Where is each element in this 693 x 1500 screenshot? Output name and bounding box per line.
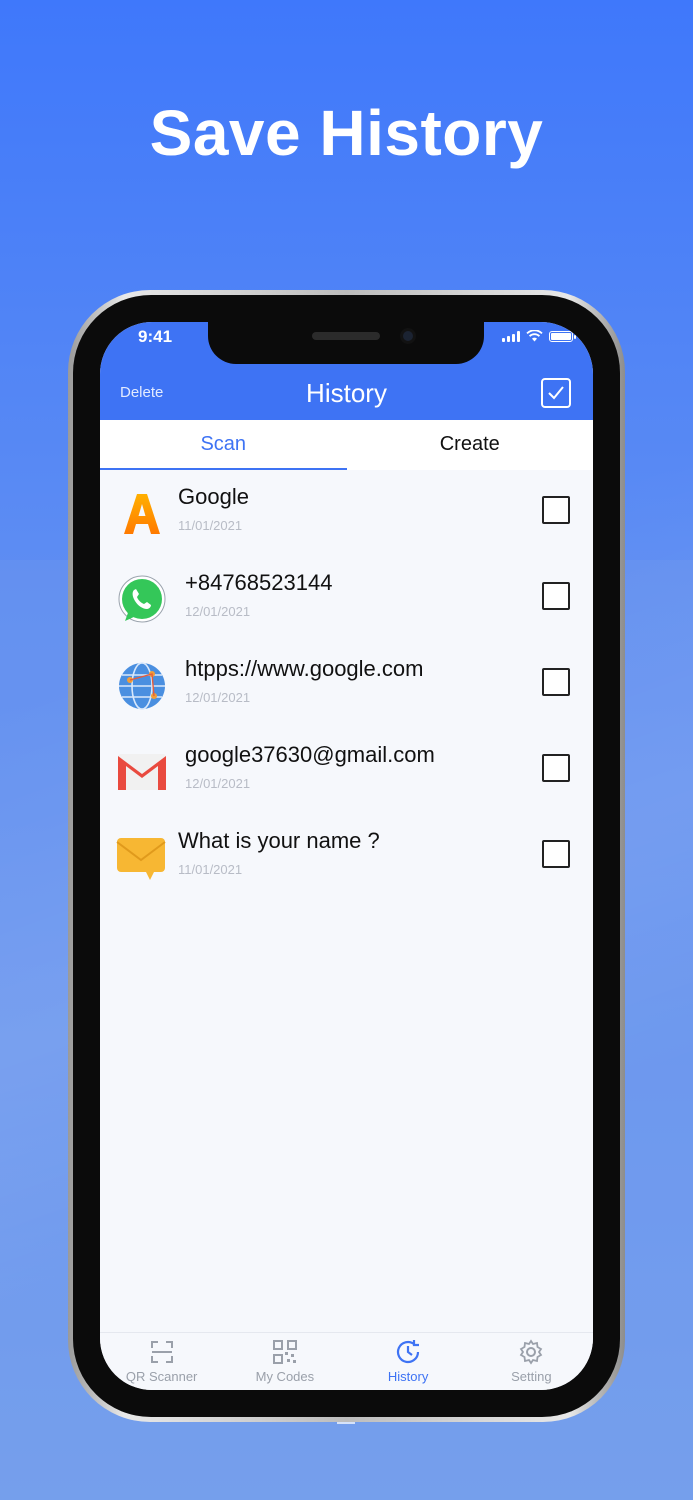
message-envelope-icon [116,832,168,884]
item-date: 12/01/2021 [185,776,251,791]
list-item[interactable]: htpps://www.google.com 12/01/2021 [100,642,593,728]
tab-scan[interactable]: Scan [100,420,347,470]
item-date: 11/01/2021 [178,862,243,877]
tab-label: My Codes [255,1369,315,1384]
app-screen: 9:41 Delete History Scan Create Google 1… [100,322,593,1390]
qr-scan-icon [150,1341,173,1363]
status-time: 9:41 [138,327,173,346]
tab-label: History [387,1369,429,1384]
home-indicator [337,1422,355,1424]
tab-label: Setting [511,1369,552,1384]
phone-bezel: 9:41 Delete History Scan Create Google 1… [73,295,620,1417]
tab-label: QR Scanner [125,1369,198,1384]
list-item[interactable]: What is your name ? 11/01/2021 [100,814,593,900]
tab-history[interactable]: History [347,1333,470,1390]
segment-tabs: Scan Create [100,420,593,470]
wifi-icon [526,330,543,342]
history-list: Google 11/01/2021 +84768523144 12/01/202… [100,470,593,900]
tab-create[interactable]: Create [347,420,594,470]
item-checkbox[interactable] [542,668,570,696]
page-title: History [306,378,387,408]
item-checkbox[interactable] [542,840,570,868]
item-title: google37630@gmail.com [185,742,435,767]
gmail-icon [116,746,168,798]
gear-icon [520,1339,543,1365]
item-title: +84768523144 [185,570,333,595]
notch [208,322,484,364]
tab-qr-scanner[interactable]: QR Scanner [100,1333,223,1390]
list-item[interactable]: Google 11/01/2021 [100,470,593,556]
item-title: What is your name ? [178,828,380,853]
item-checkbox[interactable] [542,582,570,610]
select-all-button[interactable] [541,378,571,408]
qr-code-icon [272,1340,297,1364]
item-title: htpps://www.google.com [185,656,424,681]
cellular-signal-icon [502,330,520,342]
status-icons [502,330,576,342]
item-date: 12/01/2021 [185,690,251,705]
promo-title: Save History [149,97,544,169]
history-clock-icon [397,1340,420,1364]
battery-icon [549,330,576,342]
whatsapp-phone-icon [116,574,168,626]
item-date: 11/01/2021 [178,518,243,533]
font-a-icon [116,488,168,540]
tab-my-codes[interactable]: My Codes [223,1333,346,1390]
item-date: 12/01/2021 [185,604,251,619]
checkmark-icon [548,386,564,400]
list-item[interactable]: google37630@gmail.com 12/01/2021 [100,728,593,814]
list-item[interactable]: +84768523144 12/01/2021 [100,556,593,642]
tab-setting[interactable]: Setting [470,1333,593,1390]
globe-icon [116,660,168,712]
item-title: Google [178,484,249,509]
phone-frame: 9:41 Delete History Scan Create Google 1… [68,290,625,1422]
bottom-tab-bar: QR Scanner My Codes History Setting [100,1332,593,1390]
item-checkbox[interactable] [542,496,570,524]
speaker [312,332,380,340]
item-checkbox[interactable] [542,754,570,782]
front-camera [400,328,416,344]
